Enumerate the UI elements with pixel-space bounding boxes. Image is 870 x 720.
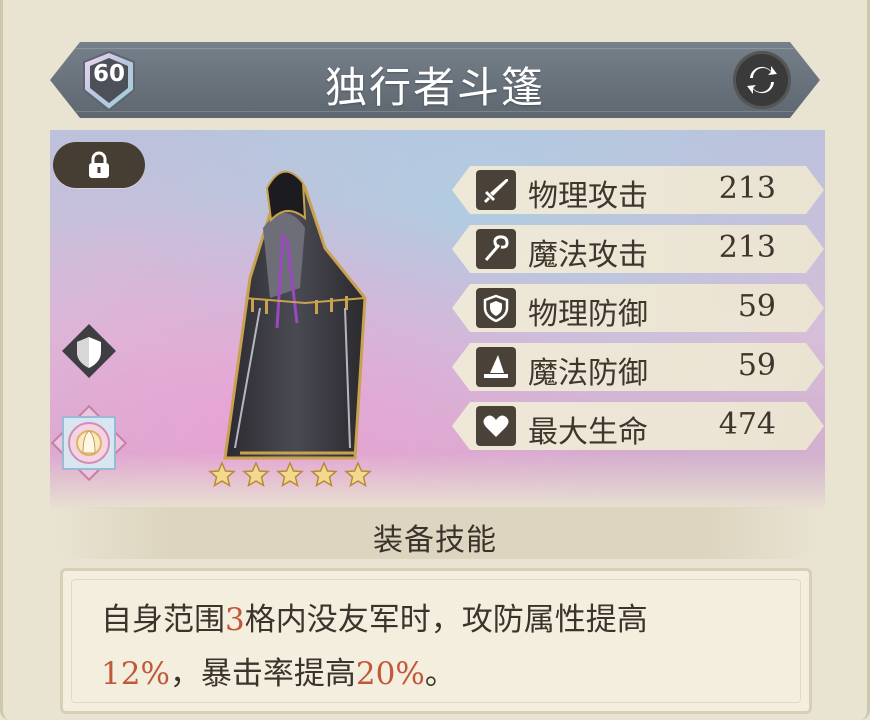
stat-label: 物理攻击 xyxy=(528,179,648,214)
stat-value: 59 xyxy=(737,348,776,383)
skill-description: 自身范围3格内没友军时，攻防属性提高 12%，暴击率提高20%。 xyxy=(101,593,791,701)
desc-text: 自身范围 xyxy=(101,602,225,638)
desc-highlight-crit-bonus: 20% xyxy=(355,656,425,692)
stat-value: 213 xyxy=(718,230,776,265)
star-icon xyxy=(242,461,270,488)
star-icon xyxy=(310,461,338,488)
star-icon xyxy=(344,461,372,488)
stat-label: 魔法防御 xyxy=(528,356,648,391)
heart-icon xyxy=(476,406,516,446)
desc-text: ，暴击率提高 xyxy=(169,656,356,692)
class-emblem-icon[interactable] xyxy=(44,398,134,488)
rarity-stars xyxy=(208,461,372,488)
desc-text: 。 xyxy=(424,656,456,692)
stat-label: 最大生命 xyxy=(528,415,648,450)
star-icon xyxy=(276,461,304,488)
wand-icon xyxy=(476,229,516,269)
stat-row-magic-defense: 魔法防御 59 xyxy=(452,343,824,391)
skill-title: 装备技能 xyxy=(373,523,497,558)
stat-row-physical-defense: 物理防御 59 xyxy=(452,284,824,332)
skill-description-box: 自身范围3格内没友军时，攻防属性提高 12%，暴击率提高20%。 xyxy=(60,568,812,714)
stat-row-max-hp: 最大生命 474 xyxy=(452,402,824,450)
desc-highlight-range: 3 xyxy=(225,602,245,638)
stat-value: 474 xyxy=(718,407,776,442)
stat-label: 物理防御 xyxy=(528,297,648,332)
stat-value: 213 xyxy=(718,171,776,206)
lock-icon xyxy=(89,151,109,178)
lock-button[interactable] xyxy=(53,142,145,188)
stat-row-physical-attack: 物理攻击 213 xyxy=(452,166,824,214)
armor-type-icon[interactable] xyxy=(60,322,118,380)
level-value: 60 xyxy=(92,61,125,87)
stat-row-magic-attack: 魔法攻击 213 xyxy=(452,225,824,273)
star-icon xyxy=(208,461,236,488)
shield-icon xyxy=(476,288,516,328)
item-header-bar: 独行者斗篷 xyxy=(50,42,820,118)
desc-highlight-stat-bonus: 12% xyxy=(101,656,170,692)
swap-button[interactable] xyxy=(733,51,791,109)
sword-icon xyxy=(476,170,516,210)
cloak-illustration xyxy=(223,170,367,460)
wizard-hat-icon xyxy=(476,347,516,387)
refresh-icon xyxy=(747,66,777,94)
stat-label: 魔法攻击 xyxy=(528,238,648,273)
item-title: 独行者斗篷 xyxy=(324,63,545,112)
stat-value: 59 xyxy=(737,289,776,324)
desc-text: 格内没友军时，攻防属性提高 xyxy=(244,602,648,638)
